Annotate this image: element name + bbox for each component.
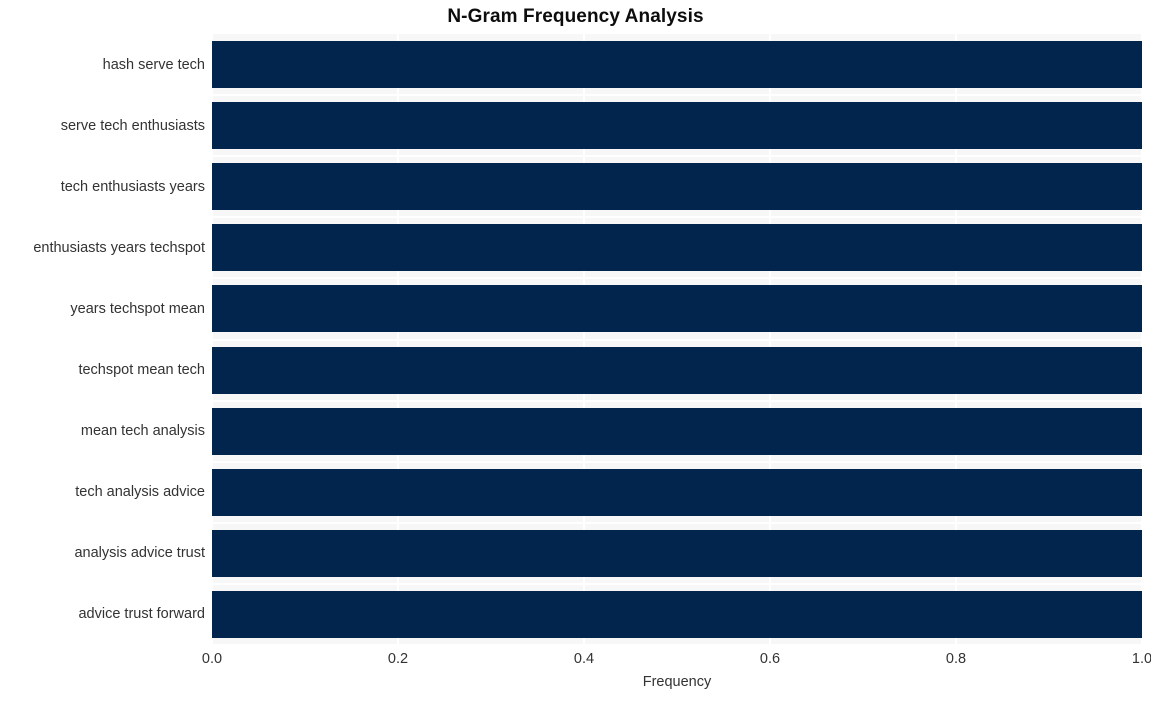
y-axis-tick-label: tech enthusiasts years <box>60 178 205 195</box>
bar-series <box>212 34 1142 645</box>
bar <box>212 346 1142 394</box>
bar <box>212 285 1142 333</box>
x-axis-tick-labels: 0.0 0.2 0.4 0.6 0.8 1.0 <box>202 651 1151 673</box>
y-axis-tick-label: analysis advice trust <box>74 545 205 562</box>
x-axis-label: Frequency <box>642 674 712 690</box>
y-axis-tick-label: mean tech analysis <box>80 423 205 440</box>
bar <box>212 468 1142 516</box>
y-axis-tick-label: years techspot mean <box>70 300 205 317</box>
x-axis-tick-label: 0.2 <box>387 651 409 667</box>
chart-figure: N-Gram Frequency Analysis hash serve tec… <box>0 0 1151 701</box>
page-title: N-Gram Frequency Analysis <box>447 6 704 27</box>
x-axis-tick-label: 0.8 <box>945 651 967 667</box>
bar <box>212 163 1142 211</box>
bar <box>212 590 1142 638</box>
bar <box>212 407 1142 455</box>
y-axis-tick-label: tech analysis advice <box>75 484 205 501</box>
y-axis-tick-label: hash serve tech <box>102 56 205 73</box>
y-axis-tick-label: serve tech enthusiasts <box>60 117 205 134</box>
bar <box>212 224 1142 272</box>
y-axis-tick-label: advice trust forward <box>78 606 205 623</box>
y-axis-tick-labels: hash serve tech serve tech enthusiasts tec… <box>0 34 205 645</box>
plot-area <box>212 34 1142 645</box>
x-axis-tick-label: 1.0 <box>1131 651 1151 667</box>
x-axis-tick-label: 0.4 <box>573 651 595 667</box>
x-axis-tick-label: 0.6 <box>759 651 781 667</box>
y-axis-tick-label: enthusiasts years techspot <box>33 239 205 256</box>
bar <box>212 41 1142 89</box>
bar <box>212 102 1142 150</box>
bar <box>212 529 1142 577</box>
x-axis-tick-label: 0.0 <box>201 651 223 667</box>
y-axis-tick-label: techspot mean tech <box>78 362 205 379</box>
